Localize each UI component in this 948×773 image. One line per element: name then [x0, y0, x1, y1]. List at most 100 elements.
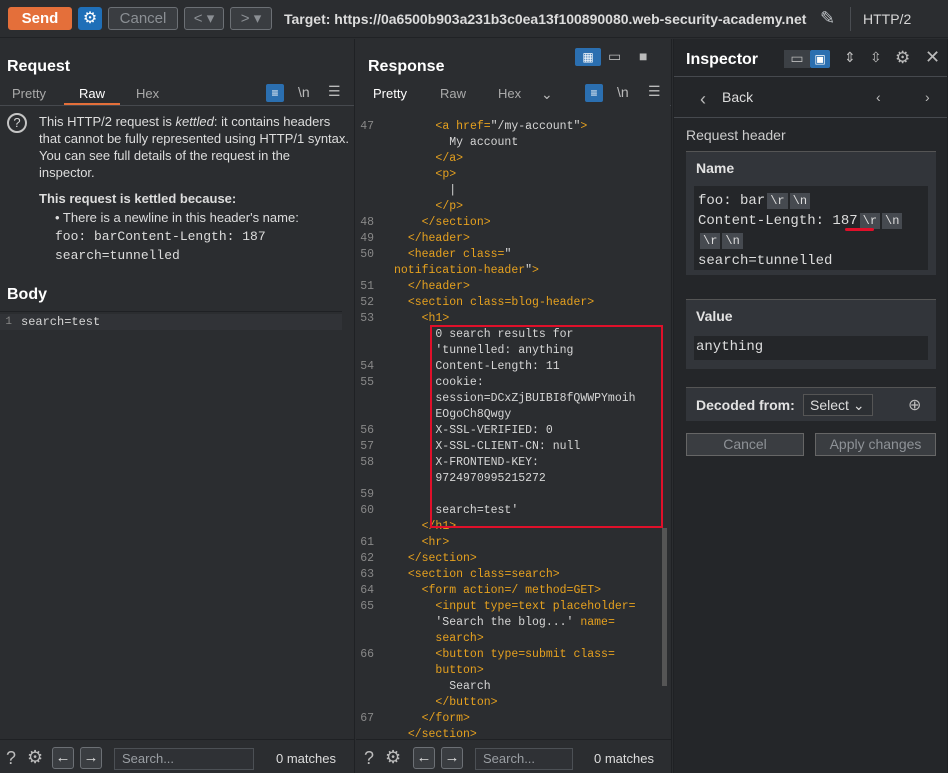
response-code-line[interactable]: Search [356, 679, 662, 695]
history-forward-button[interactable]: > ▾ [230, 7, 272, 30]
cancel-request-button[interactable]: Cancel [108, 7, 178, 30]
response-tab-raw[interactable]: Raw [440, 86, 466, 101]
cancel-button[interactable]: Cancel [686, 433, 804, 456]
newline-toggle-icon[interactable]: \n [298, 84, 310, 100]
header-name-field[interactable]: foo: bar \r \n Content-Length: 187 \r \n \r \… [694, 186, 928, 270]
response-code-text[interactable]: <a href="/my-account"> [394, 119, 587, 135]
response-code-line[interactable]: 50 <header class=" [356, 247, 662, 263]
chevron-down-icon[interactable]: ⌄ [541, 86, 553, 103]
response-code-text[interactable]: notification-header"> [394, 263, 539, 279]
menu-icon[interactable]: ☰ [328, 83, 341, 100]
response-code-line[interactable]: | [356, 183, 662, 199]
response-code-text[interactable]: My account [394, 135, 518, 151]
next-match-button[interactable]: → [441, 747, 463, 769]
wrap-lines-icon[interactable]: ≡ [266, 84, 284, 102]
response-code-text[interactable]: </section> [394, 727, 477, 738]
newline-toggle-icon[interactable]: \n [617, 84, 629, 100]
apply-changes-button[interactable]: Apply changes [815, 433, 936, 456]
back-button[interactable]: Back [722, 89, 753, 105]
expand-icon[interactable]: ⇕ [844, 49, 856, 66]
layout-full-icon[interactable]: ■ [639, 48, 647, 64]
settings-gear-button[interactable]: ⚙ [78, 7, 102, 30]
request-tab-pretty[interactable]: Pretty [12, 86, 46, 101]
response-code-line[interactable]: 61 <hr> [356, 535, 662, 551]
response-code-line[interactable] [356, 103, 662, 119]
layout-rows-icon[interactable]: ▭ [608, 48, 621, 65]
response-code-line[interactable]: 67 </form> [356, 711, 662, 727]
help-icon[interactable]: ? [364, 748, 374, 769]
response-code-text[interactable]: <header class=" [394, 247, 512, 263]
response-code-text[interactable]: </p> [394, 199, 463, 215]
response-code-line[interactable]: 64 <form action=/ method=GET> [356, 583, 662, 599]
response-code-line[interactable]: 52 <section class=blog-header> [356, 295, 662, 311]
response-search-input[interactable]: Search... [475, 748, 573, 770]
edit-target-icon[interactable]: ✎ [820, 8, 835, 29]
response-code-text[interactable]: Search [394, 679, 490, 695]
response-code-text[interactable]: </header> [394, 231, 470, 247]
response-code-text[interactable]: search> [394, 631, 483, 647]
response-tab-hex[interactable]: Hex [498, 86, 521, 101]
header-value-field[interactable]: anything [694, 336, 928, 360]
previous-match-button[interactable]: ← [413, 747, 435, 769]
history-back-button[interactable]: < ▾ [184, 7, 224, 30]
response-code-text[interactable]: </header> [394, 279, 470, 295]
request-tab-hex[interactable]: Hex [136, 86, 159, 101]
response-code-text[interactable]: <button type=submit class= [394, 647, 614, 663]
previous-item-icon[interactable]: ‹ [876, 89, 881, 105]
response-code-line[interactable]: </section> [356, 727, 662, 738]
response-code-line[interactable]: </p> [356, 199, 662, 215]
response-code-text[interactable]: button> [394, 663, 483, 679]
request-body-line[interactable]: 1 search=test [0, 314, 342, 330]
response-code-line[interactable]: notification-header"> [356, 263, 662, 279]
inspector-layout-panel-icon[interactable]: ▣ [810, 50, 830, 68]
settings-icon[interactable]: ⚙ [27, 747, 43, 768]
decoding-select[interactable]: Select ⌄ [803, 394, 873, 416]
previous-match-button[interactable]: ← [52, 747, 74, 769]
response-code-text[interactable]: </button> [394, 695, 497, 711]
close-icon[interactable]: ✕ [925, 47, 940, 68]
response-code-text[interactable]: <hr> [394, 535, 450, 551]
settings-icon[interactable]: ⚙ [895, 48, 910, 68]
next-item-icon[interactable]: › [925, 89, 930, 105]
response-code-line[interactable]: My account [356, 135, 662, 151]
request-tab-raw[interactable]: Raw [79, 86, 105, 101]
request-search-input[interactable]: Search... [114, 748, 254, 770]
layout-split-icon[interactable]: ▦ [575, 48, 601, 66]
response-code-line[interactable]: 47 <a href="/my-account"> [356, 119, 662, 135]
settings-icon[interactable]: ⚙ [385, 747, 401, 768]
response-code-line[interactable]: button> [356, 663, 662, 679]
response-code-line[interactable]: 66 <button type=submit class= [356, 647, 662, 663]
response-code-text[interactable]: | [394, 183, 456, 199]
inspector-layout-list-icon[interactable]: ▭ [784, 50, 810, 68]
response-code-text[interactable]: <section class=search> [394, 567, 560, 583]
send-button[interactable]: Send [8, 7, 72, 30]
response-code-text[interactable] [394, 103, 435, 119]
request-body-text[interactable]: search=test [21, 314, 100, 330]
response-code-text[interactable]: <section class=blog-header> [394, 295, 594, 311]
response-code-text[interactable]: </section> [394, 215, 491, 231]
response-code-line[interactable]: 51 </header> [356, 279, 662, 295]
response-code-line[interactable]: 49 </header> [356, 231, 662, 247]
response-code-text[interactable]: <p> [394, 167, 456, 183]
help-icon[interactable]: ? [6, 748, 16, 769]
response-code-line[interactable]: search> [356, 631, 662, 647]
response-code-line[interactable]: 63 <section class=search> [356, 567, 662, 583]
response-code-line[interactable]: 48 </section> [356, 215, 662, 231]
response-code-line[interactable]: 65 <input type=text placeholder= [356, 599, 662, 615]
back-chevron-icon[interactable]: ‹ [700, 89, 706, 110]
response-scrollbar[interactable] [662, 528, 667, 686]
response-code-line[interactable]: 62 </section> [356, 551, 662, 567]
response-code-line[interactable]: </button> [356, 695, 662, 711]
response-code-text[interactable]: <input type=text placeholder= [394, 599, 635, 615]
collapse-icon[interactable]: ⇳ [870, 49, 882, 66]
response-code-line[interactable]: <p> [356, 167, 662, 183]
response-code-text[interactable]: </a> [394, 151, 463, 167]
response-tab-pretty[interactable]: Pretty [373, 86, 407, 101]
next-match-button[interactable]: → [80, 747, 102, 769]
response-code-text[interactable]: </section> [394, 551, 477, 567]
response-code-line[interactable]: </a> [356, 151, 662, 167]
menu-icon[interactable]: ☰ [648, 83, 661, 100]
response-code-text[interactable]: </form> [394, 711, 470, 727]
response-code-text[interactable]: <form action=/ method=GET> [394, 583, 601, 599]
add-decoding-icon[interactable]: ⊕ [908, 395, 921, 415]
